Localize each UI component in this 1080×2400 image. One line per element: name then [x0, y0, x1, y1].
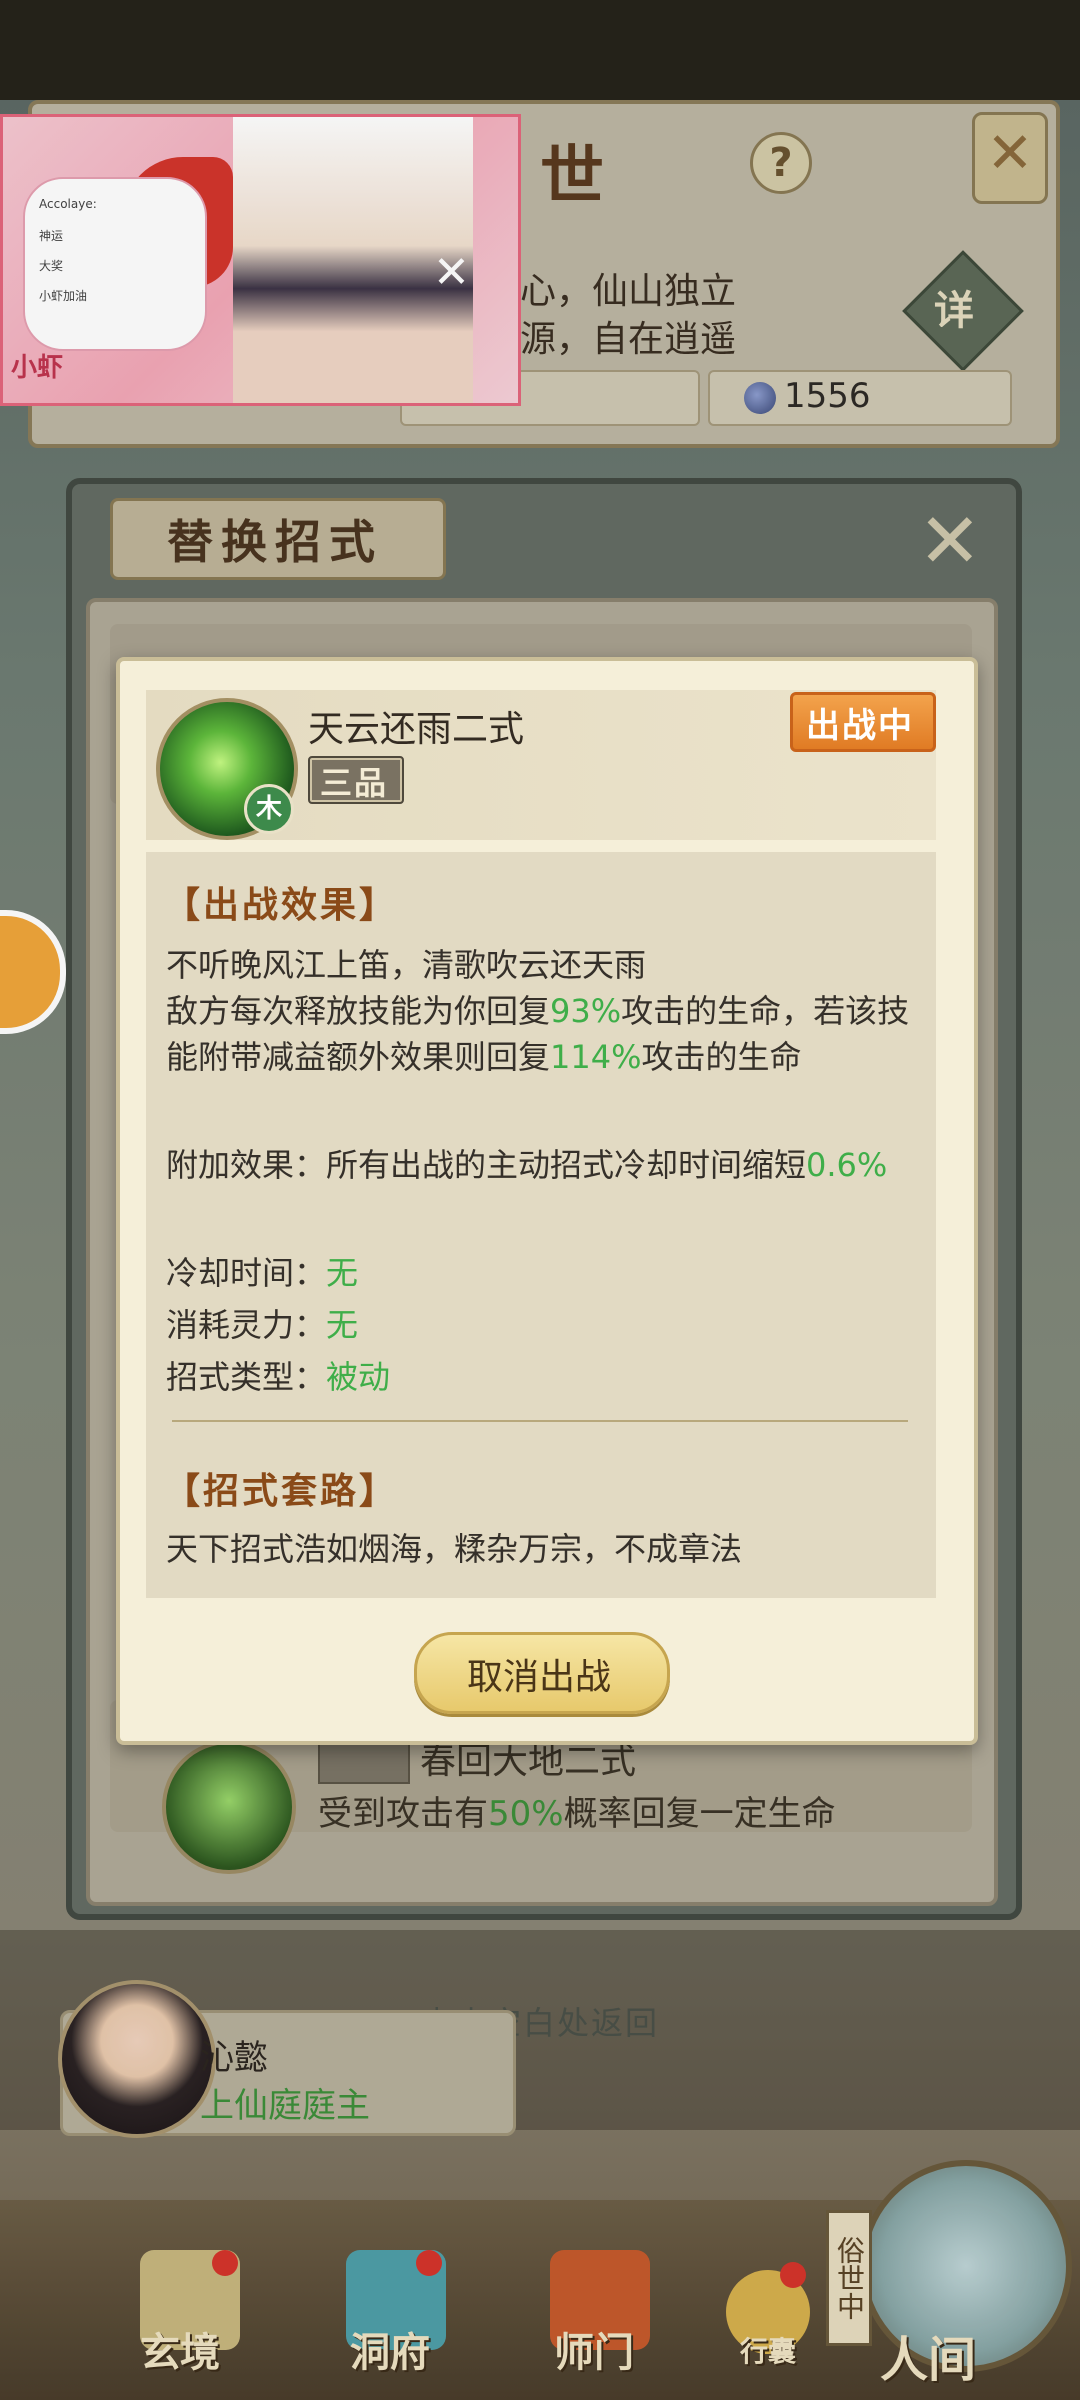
extra-effect: 附加效果：所有出战的主动招式冷却时间缩短0.6% [166, 1146, 888, 1184]
type-row: 招式类型：被动 [166, 1358, 391, 1396]
routine-text: 天下招式浩如烟海，糅杂万宗，不成章法 [166, 1530, 743, 1568]
cooldown-row: 冷却时间：无 [166, 1254, 359, 1292]
cost-row: 消耗灵力：无 [166, 1306, 359, 1344]
skill-name: 天云还雨二式 [308, 709, 525, 750]
cancel-battle-label: 取消出战 [466, 1657, 611, 1698]
effect-description: 敌方每次释放技能为你回复93%攻击的生命，若该技能附带减益额外效果则回复114%… [166, 992, 910, 1076]
skill-poem: 不听晚风江上笛，清歌吹云还天雨 [166, 946, 647, 984]
top-bar [0, 0, 1080, 100]
grade-label: 三品 [319, 764, 388, 802]
wood-element-badge: 木 [244, 784, 294, 834]
status-label: 出战中 [806, 706, 914, 746]
routine-section-title: 【招式套路】 [164, 1471, 399, 1512]
divider [172, 1420, 908, 1422]
effect-section-title: 【出战效果】 [164, 885, 399, 926]
